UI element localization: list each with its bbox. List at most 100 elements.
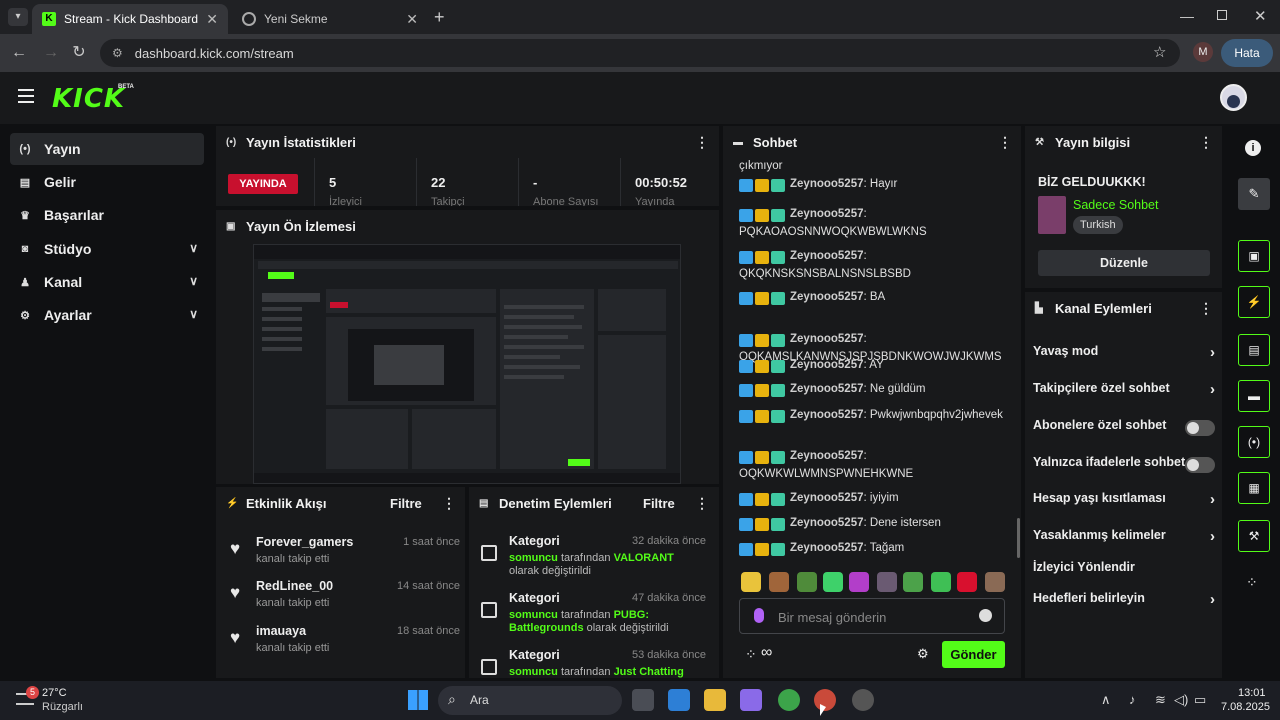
reload-icon[interactable]: ↻ <box>68 42 90 64</box>
more-options-icon[interactable]: ⋮ <box>998 135 1012 149</box>
taskbar-search[interactable]: ⌕ Ara <box>438 686 622 715</box>
send-button[interactable]: Gönder <box>942 641 1005 668</box>
chat-message-input[interactable] <box>778 607 968 627</box>
broadcast-icon[interactable]: (•) <box>1238 426 1270 458</box>
chrome-icon[interactable] <box>778 689 800 711</box>
layout-icon[interactable]: ▦ <box>1238 472 1270 504</box>
channel-action-row[interactable]: Yavaş mod › <box>1033 344 1215 370</box>
battery-icon[interactable]: ▭ <box>1194 692 1206 708</box>
chat-username[interactable]: Zeynooo5257 <box>790 291 864 303</box>
emote[interactable] <box>741 572 761 592</box>
chat-username[interactable]: Zeynooo5257 <box>790 208 864 220</box>
sidebar-item-basarilar[interactable]: ♛ Başarılar <box>10 199 204 231</box>
category-name[interactable]: Sadece Sohbet <box>1073 198 1159 212</box>
back-arrow-icon[interactable]: ← <box>8 42 30 64</box>
filter-button[interactable]: Filtre <box>643 496 675 511</box>
minimize-icon[interactable]: — <box>1180 8 1194 24</box>
chat-username[interactable]: Zeynooo5257 <box>790 178 864 190</box>
profile-avatar[interactable]: M <box>1193 42 1213 62</box>
lightning-icon[interactable]: ⚡ <box>1238 286 1270 318</box>
kick-logo[interactable]: KICK <box>52 84 125 114</box>
chat-username[interactable]: Zeynooo5257 <box>790 383 864 395</box>
chat-username[interactable]: Zeynooo5257 <box>790 492 864 504</box>
more-options-icon[interactable]: ⋮ <box>442 496 456 510</box>
task-view-icon[interactable] <box>632 689 654 711</box>
chat-settings-icon[interactable]: ⚙ <box>917 646 929 662</box>
toggle-switch[interactable] <box>1185 457 1215 473</box>
maximize-icon[interactable] <box>1217 10 1227 20</box>
emote[interactable] <box>797 572 817 592</box>
chat-users-icon[interactable]: ⁘ <box>745 646 757 663</box>
more-options-icon[interactable]: ⋮ <box>695 496 709 510</box>
sidebar-item-studyo[interactable]: ◙ Stüdyo ∨ <box>10 233 204 265</box>
more-options-icon[interactable]: ⋮ <box>1199 301 1213 315</box>
clock-date[interactable]: 7.08.2025 <box>1221 701 1270 713</box>
emote[interactable] <box>849 572 869 592</box>
info-icon[interactable]: i <box>1245 140 1261 156</box>
forward-arrow-icon[interactable]: → <box>40 42 62 64</box>
windows-start-icon[interactable] <box>408 690 428 710</box>
site-settings-icon[interactable]: ⚙ <box>112 46 123 60</box>
channel-action-row[interactable]: Yasaklanmış kelimeler › <box>1033 528 1215 554</box>
tab-kick-dashboard[interactable]: K Stream - Kick Dashboard ✕ <box>32 4 228 34</box>
follower-name[interactable]: imauaya <box>256 624 306 638</box>
channel-action-row[interactable]: Yalnızca ifadelerle sohbet <box>1033 455 1215 481</box>
sidebar-item-gelir[interactable]: ▤ Gelir <box>10 166 204 198</box>
stream-preview-image[interactable] <box>253 244 681 484</box>
edit-pencil-icon[interactable]: ✎ <box>1238 178 1270 210</box>
channel-action-row[interactable]: Hesap yaşı kısıtlaması › <box>1033 491 1215 517</box>
clock-time[interactable]: 13:01 <box>1238 687 1266 699</box>
emote[interactable] <box>877 572 897 592</box>
close-tab-icon[interactable]: ✕ <box>206 11 218 28</box>
filter-button[interactable]: Filtre <box>390 496 422 511</box>
channel-action-row[interactable]: Takipçilere özel sohbet › <box>1033 381 1215 407</box>
wrench-icon[interactable]: ⚒ <box>1238 520 1270 552</box>
file-explorer-icon[interactable] <box>704 689 726 711</box>
notes-icon[interactable]: ▤ <box>1238 334 1270 366</box>
copilot-icon[interactable] <box>740 689 762 711</box>
app-icon[interactable] <box>852 689 874 711</box>
channel-action-row[interactable]: İzleyici Yönlendir <box>1033 560 1215 586</box>
chat-username[interactable]: Zeynooo5257 <box>790 359 864 371</box>
chat-scrollbar[interactable] <box>1017 518 1020 558</box>
chat-username[interactable]: Zeynooo5257 <box>790 409 864 421</box>
emote[interactable] <box>985 572 1005 592</box>
follower-name[interactable]: Forever_gamers <box>256 535 353 549</box>
microphone-icon[interactable] <box>754 608 764 623</box>
toggle-switch[interactable] <box>1185 420 1215 436</box>
menu-icon[interactable] <box>18 89 34 103</box>
chat-username[interactable]: Zeynooo5257 <box>790 450 864 462</box>
emote[interactable] <box>769 572 789 592</box>
emote[interactable] <box>931 572 951 592</box>
emote[interactable] <box>903 572 923 592</box>
close-tab-icon[interactable]: ✕ <box>406 11 418 28</box>
tab-search-button[interactable]: ▾ <box>8 8 28 26</box>
emote[interactable] <box>957 572 977 592</box>
chat-username[interactable]: Zeynooo5257 <box>790 542 864 554</box>
url-field[interactable]: ⚙ dashboard.kick.com/stream <box>100 39 1180 67</box>
chat-username[interactable]: Zeynooo5257 <box>790 333 864 345</box>
tray-chevron-icon[interactable]: ∧ <box>1101 692 1111 708</box>
chat-username[interactable]: Zeynooo5257 <box>790 517 864 529</box>
chat-bubble-icon[interactable]: ▬ <box>1238 380 1270 412</box>
sidebar-item-yayin[interactable]: (•) Yayın <box>10 133 204 165</box>
new-tab-plus-icon[interactable]: + <box>434 7 445 28</box>
category-thumbnail[interactable] <box>1038 196 1066 234</box>
sidebar-item-ayarlar[interactable]: ⚙ Ayarlar ∨ <box>10 299 204 331</box>
sidebar-item-kanal[interactable]: ♟ Kanal ∨ <box>10 266 204 298</box>
channel-action-row[interactable]: Hedefleri belirleyin › <box>1033 591 1215 617</box>
more-options-icon[interactable]: ⋮ <box>1199 135 1213 149</box>
follower-name[interactable]: RedLinee_00 <box>256 579 333 593</box>
bookmark-star-icon[interactable]: ☆ <box>1153 43 1166 61</box>
capture-icon[interactable]: ▣ <box>1238 240 1270 272</box>
wifi-icon[interactable]: ≋ <box>1155 692 1166 708</box>
tab-new-tab[interactable]: Yeni Sekme ✕ <box>232 4 428 34</box>
close-window-icon[interactable]: ✕ <box>1254 7 1267 25</box>
microphone-icon[interactable]: ♪ <box>1129 692 1136 707</box>
chat-username[interactable]: Zeynooo5257 <box>790 250 864 262</box>
infinity-icon[interactable]: ∞ <box>761 644 772 662</box>
emote[interactable] <box>823 572 843 592</box>
edit-button[interactable]: Düzenle <box>1038 250 1210 276</box>
volume-icon[interactable]: ◁) <box>1174 692 1188 708</box>
more-options-icon[interactable]: ⋮ <box>695 135 709 149</box>
